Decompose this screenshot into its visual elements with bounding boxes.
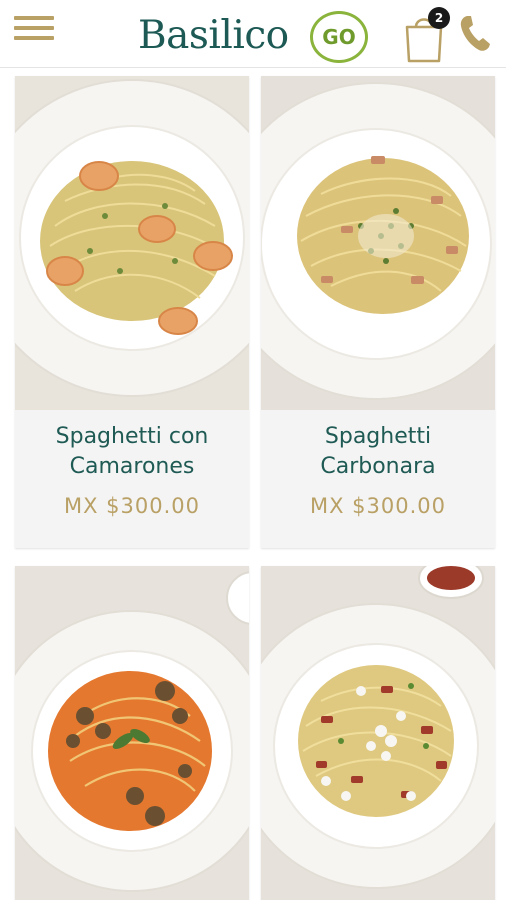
phone-icon xyxy=(460,16,490,51)
product-photo xyxy=(15,76,249,410)
product-card[interactable]: Spaghetti Carbonara MX $300.00 xyxy=(261,76,495,548)
brand-go-badge: GO xyxy=(310,11,368,63)
product-name-line2: Camarones xyxy=(69,454,195,479)
product-photo xyxy=(261,76,495,410)
product-name-line1: Spaghetti con xyxy=(55,424,209,449)
product-card[interactable]: Spaghetti con Camarones MX $300.00 xyxy=(15,76,249,548)
product-name: Spaghetti Carbonara xyxy=(261,422,495,482)
product-photo xyxy=(15,566,249,900)
product-grid: Spaghetti con Camarones MX $300.00 Spagh… xyxy=(0,68,506,900)
product-info: Spaghetti Carbonara MX $300.00 xyxy=(261,410,495,546)
product-name-line2: Carbonara xyxy=(320,454,436,479)
brand-name: Basilico xyxy=(138,13,289,58)
phone-button[interactable] xyxy=(458,13,492,53)
cart-button[interactable]: 2 xyxy=(404,7,450,63)
product-info: Spaghetti con Camarones MX $300.00 xyxy=(15,410,249,546)
product-photo xyxy=(261,566,495,900)
brand-logo[interactable]: Basilico GO xyxy=(138,11,370,63)
product-name-line1: Spaghetti xyxy=(324,424,432,449)
product-card[interactable] xyxy=(15,566,249,900)
app-header: Basilico GO 2 xyxy=(0,0,506,68)
cart-count-badge: 2 xyxy=(428,7,450,29)
product-card[interactable] xyxy=(261,566,495,900)
product-price: MX $300.00 xyxy=(63,494,201,518)
menu-icon[interactable] xyxy=(14,16,54,50)
product-name: Spaghetti con Camarones xyxy=(15,422,249,482)
product-price: MX $300.00 xyxy=(309,494,447,518)
